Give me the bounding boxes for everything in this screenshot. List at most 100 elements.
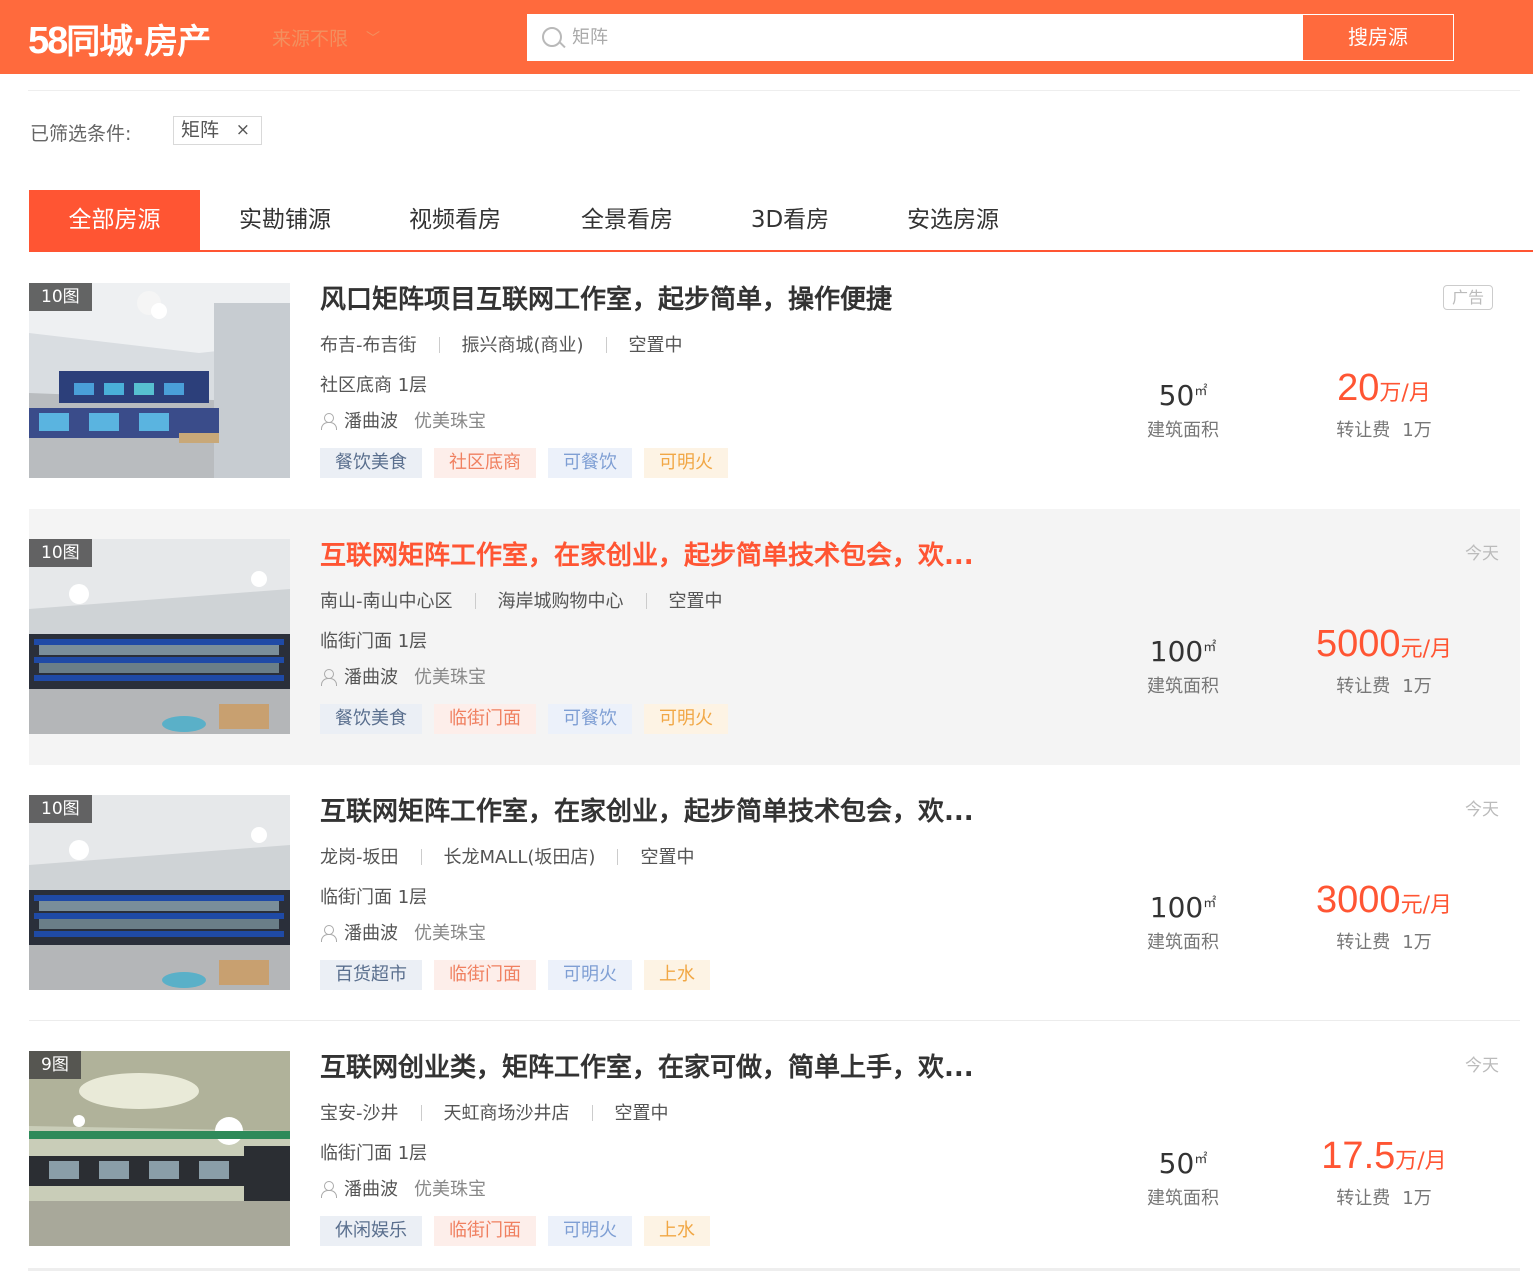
site-logo[interactable]: 58同城·房产 xyxy=(28,14,211,63)
agent-name: 潘曲波 xyxy=(344,667,398,688)
tab-verified[interactable]: 实勘铺源 xyxy=(200,190,370,250)
chevron-down-icon: ﹀ xyxy=(366,31,381,47)
listing-photo[interactable]: 10图 xyxy=(29,283,290,478)
mall-name[interactable]: 长龙MALL(坂田店) xyxy=(444,847,596,868)
price-value: 20 xyxy=(1337,367,1380,409)
listing-location: 布吉-布吉街 振兴商城(商业) 空置中 xyxy=(320,331,683,357)
area-label: 建筑面积 xyxy=(1147,676,1219,697)
filter-tag-text: 矩阵 xyxy=(181,119,220,141)
feature-tag: 休闲娱乐 xyxy=(320,1216,422,1246)
close-icon[interactable]: × xyxy=(236,117,250,144)
area-unit: ㎡ xyxy=(1194,1152,1208,1167)
listing-location: 宝安-沙井 天虹商场沙井店 空置中 xyxy=(320,1099,669,1125)
image-count-badge: 9图 xyxy=(29,1051,81,1079)
area-value: 100 xyxy=(1149,635,1204,668)
feature-tag: 社区底商 xyxy=(434,448,536,478)
search-input[interactable] xyxy=(572,15,1292,60)
person-icon xyxy=(320,925,337,942)
listing-title[interactable]: 互联网创业类，矩阵工作室，在家可做，简单上手，欢... xyxy=(320,1051,974,1085)
listing-photo[interactable]: 10图 xyxy=(29,539,290,734)
district[interactable]: 布吉-布吉街 xyxy=(320,335,417,356)
tab-video[interactable]: 视频看房 xyxy=(370,190,540,250)
district[interactable]: 南山-南山中心区 xyxy=(320,591,453,612)
listing-location: 南山-南山中心区 海岸城购物中心 空置中 xyxy=(320,587,723,613)
area-unit: ㎡ xyxy=(1203,640,1217,655)
listing-item[interactable]: 10图 风口矩阵项目互联网工作室，起步简单，操作便捷 布吉-布吉街 振兴商城(商业… xyxy=(29,283,1520,507)
feature-tag: 上水 xyxy=(644,1216,710,1246)
search-icon xyxy=(542,27,562,47)
tab-panorama[interactable]: 全景看房 xyxy=(540,190,714,250)
post-date: 今天 xyxy=(1465,544,1499,564)
price-value: 5000 xyxy=(1316,623,1401,665)
listing-photo[interactable]: 9图 xyxy=(29,1051,290,1246)
feature-tags: 餐饮美食 临街门面 可餐饮 可明火 xyxy=(320,704,740,734)
agent-info: 潘曲波 优美珠宝 xyxy=(320,663,486,689)
district[interactable]: 宝安-沙井 xyxy=(320,1103,399,1124)
listing-title[interactable]: 风口矩阵项目互联网工作室，起步简单，操作便捷 xyxy=(320,283,892,317)
fee-label: 转让费 xyxy=(1336,932,1391,953)
agent-company: 优美珠宝 xyxy=(414,923,486,944)
agent-name: 潘曲波 xyxy=(344,1179,398,1200)
tab-all[interactable]: 全部房源 xyxy=(29,190,200,250)
floor-info: 临街门面 1层 xyxy=(320,887,428,908)
feature-tags: 休闲娱乐 临街门面 可明火 上水 xyxy=(320,1216,722,1246)
mall-name[interactable]: 海岸城购物中心 xyxy=(498,591,624,612)
search-button[interactable]: 搜房源 xyxy=(1302,14,1454,61)
agent-company: 优美珠宝 xyxy=(414,411,486,432)
vacancy-status: 空置中 xyxy=(628,335,683,356)
listing-location: 龙岗-坂田 长龙MALL(坂田店) 空置中 xyxy=(320,843,694,869)
filter-tag[interactable]: 矩阵 × xyxy=(173,116,262,145)
listing-photo[interactable]: 10图 xyxy=(29,795,290,990)
area-label: 建筑面积 xyxy=(1147,932,1219,953)
feature-tag: 临街门面 xyxy=(434,960,536,990)
feature-tag: 可明火 xyxy=(548,1216,632,1246)
price-block: 17.5万/月 转让费 1万 xyxy=(1291,1135,1477,1210)
listing-title[interactable]: 互联网矩阵工作室，在家创业，起步简单技术包会，欢... xyxy=(320,795,974,829)
search-box: 搜房源 xyxy=(527,14,1454,61)
divider xyxy=(28,90,1520,91)
district[interactable]: 龙岗-坂田 xyxy=(320,847,399,868)
tab-3d[interactable]: 3D看房 xyxy=(714,190,866,250)
area-unit: ㎡ xyxy=(1194,384,1208,399)
area-unit: ㎡ xyxy=(1203,896,1217,911)
mall-name[interactable]: 振兴商城(商业) xyxy=(462,335,584,356)
separator xyxy=(591,1105,593,1121)
area-value: 50 xyxy=(1158,1147,1195,1180)
feature-tag: 百货超市 xyxy=(320,960,422,990)
separator xyxy=(474,593,476,609)
area-label: 建筑面积 xyxy=(1147,420,1219,441)
feature-tag: 可餐饮 xyxy=(548,448,632,478)
source-filter-dropdown[interactable]: 来源不限 ﹀ xyxy=(272,24,380,51)
fee-label: 转让费 xyxy=(1336,1188,1391,1209)
area-block: 50㎡ 建筑面积 xyxy=(1127,375,1239,442)
filter-label: 已筛选条件: xyxy=(30,123,132,145)
fee-value: 1万 xyxy=(1402,1188,1432,1209)
feature-tag: 临街门面 xyxy=(434,704,536,734)
vacancy-status: 空置中 xyxy=(668,591,723,612)
vacancy-status: 空置中 xyxy=(614,1103,669,1124)
listing-item[interactable]: 10图 互联网矩阵工作室，在家创业，起步简单技术包会，欢... 龙岗-坂田 长龙M… xyxy=(29,795,1520,1021)
feature-tag: 临街门面 xyxy=(434,1216,536,1246)
area-label: 建筑面积 xyxy=(1147,1188,1219,1209)
tab-selected[interactable]: 安选房源 xyxy=(866,190,1040,250)
divider xyxy=(29,1020,1520,1021)
image-count-badge: 10图 xyxy=(29,795,92,823)
fee-value: 1万 xyxy=(1402,420,1432,441)
separator xyxy=(420,849,422,865)
fee-value: 1万 xyxy=(1402,676,1432,697)
listing-item[interactable]: 9图 互联网创业类，矩阵工作室，在家可做，简单上手，欢... 宝安-沙井 天虹商场… xyxy=(29,1051,1520,1261)
listing-title[interactable]: 互联网矩阵工作室，在家创业，起步简单技术包会，欢... xyxy=(320,539,974,573)
logo-text: 同城·房产 xyxy=(66,22,211,62)
agent-name: 潘曲波 xyxy=(344,923,398,944)
mall-name[interactable]: 天虹商场沙井店 xyxy=(444,1103,570,1124)
fee-label: 转让费 xyxy=(1336,420,1391,441)
image-count-badge: 10图 xyxy=(29,539,92,567)
person-icon xyxy=(320,413,337,430)
fee-label: 转让费 xyxy=(1336,676,1391,697)
separator xyxy=(617,849,619,865)
area-value: 50 xyxy=(1158,379,1195,412)
listing-item[interactable]: 10图 互联网矩阵工作室，在家创业，起步简单技术包会，欢... 南山-南山中心区… xyxy=(29,509,1520,765)
person-icon xyxy=(320,1181,337,1198)
listing-tabs: 全部房源 实勘铺源 视频看房 全景看房 3D看房 安选房源 xyxy=(29,190,1533,252)
feature-tag: 餐饮美食 xyxy=(320,704,422,734)
